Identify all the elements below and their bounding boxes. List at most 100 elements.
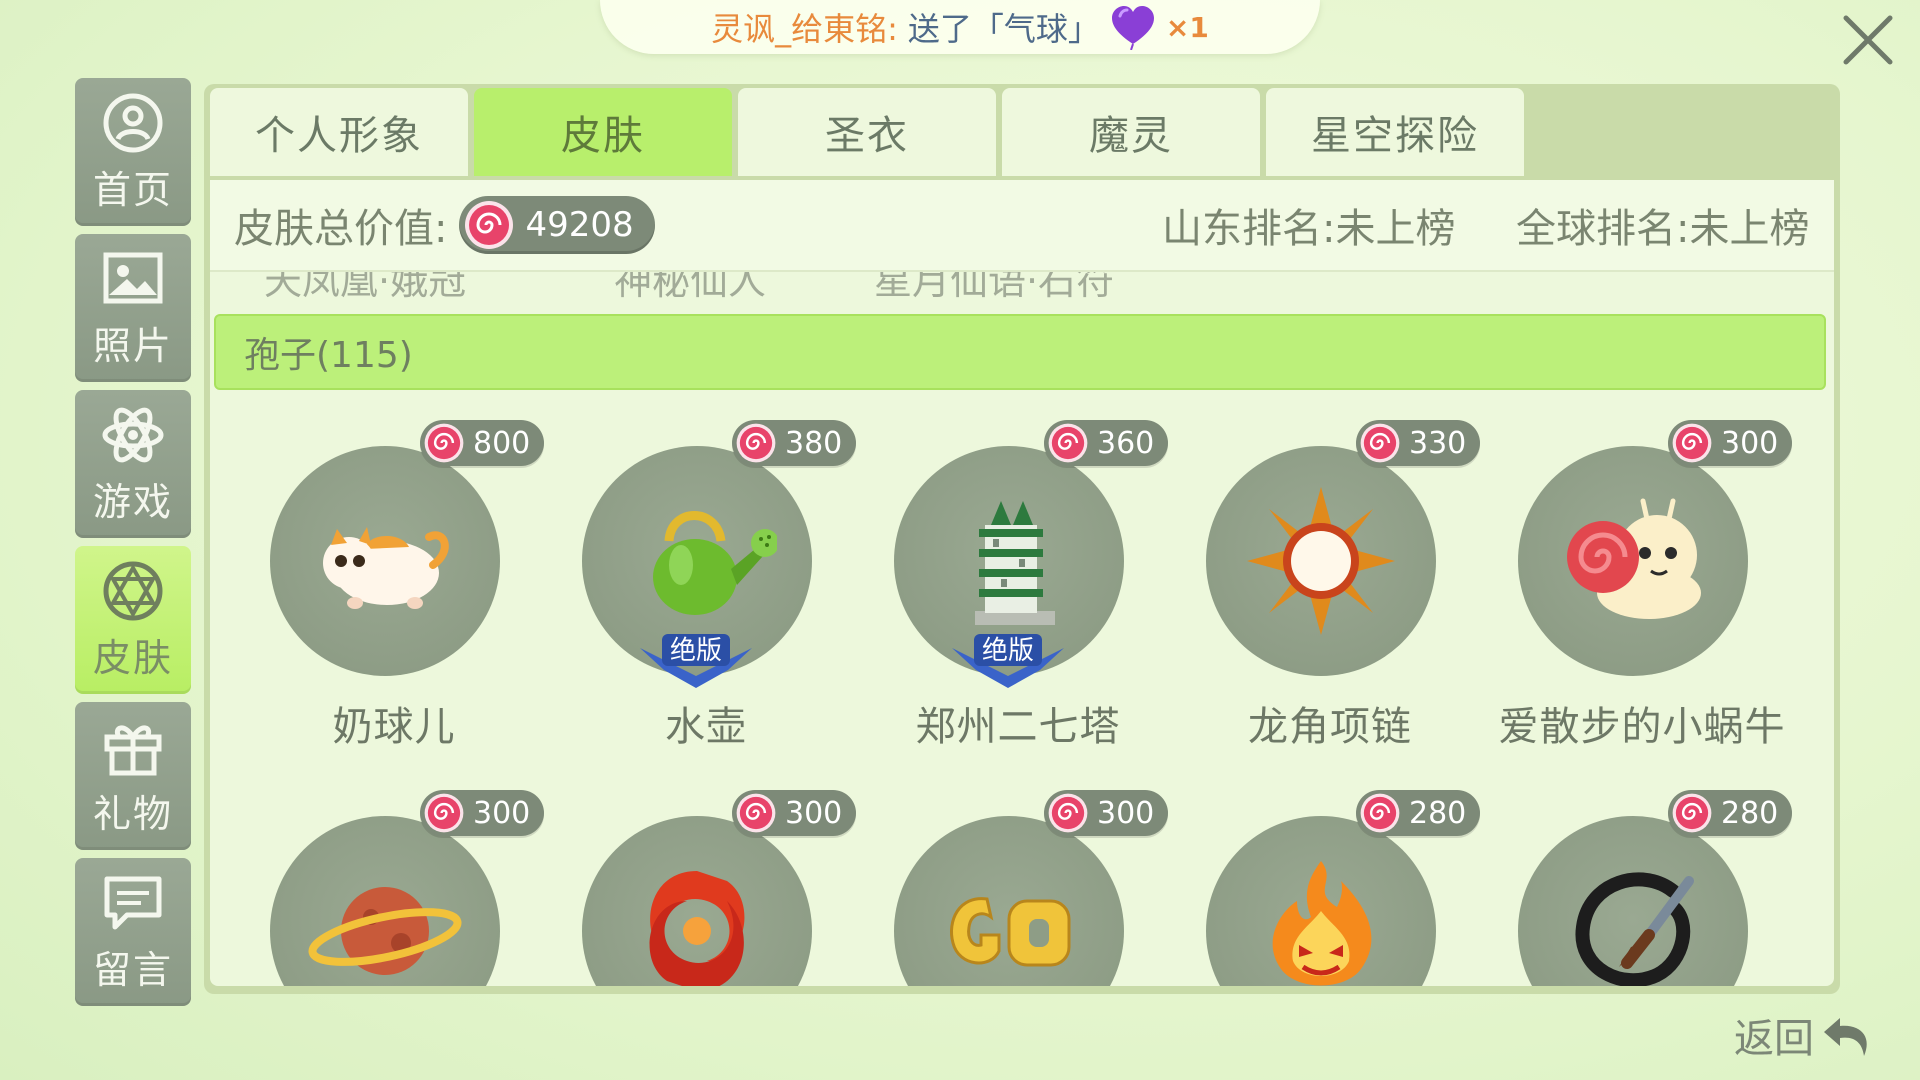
sidebar: 首页 照片 游戏 皮肤 礼物 留言 [75,78,191,1014]
item-name: 郑州二七塔 [915,704,1121,750]
candy-coin-icon [465,201,514,249]
pagoda-icon [975,501,1055,625]
candy-coin-icon [1672,793,1712,833]
balloon-heart-icon [1111,6,1154,50]
item-name: 爱散步的小蜗牛 [1498,704,1786,750]
gift-notification-banner: 灵讽_给東铭: 送了「气球」 ×1 [600,0,1320,54]
scrolled-item-label: 神秘仙人 [614,272,767,303]
skin-item[interactable]: 300 [868,790,1168,986]
tab-star-adventure[interactable]: 星空探险 [1266,88,1524,176]
price-badge: 360 [1044,420,1168,466]
scrolled-row-remnant: 天凤凰·娥冠 神秘仙人 星月仙语·石符 [210,272,1834,312]
price-value: 360 [1097,425,1155,461]
fire-face-icon [1272,861,1372,986]
tab-profile[interactable]: 个人形象 [210,88,468,176]
price-badge: 300 [1668,420,1792,466]
banner-action: 送了「气球」 [907,10,1100,48]
price-value: 280 [1721,795,1779,831]
close-icon[interactable] [1838,10,1898,70]
price-badge: 300 [732,790,856,836]
skin-item[interactable]: 绝版 380 水壶 [556,420,856,750]
candy-coin-icon [1672,423,1712,463]
shandong-rank: 山东排名:未上榜 [1162,206,1456,252]
sidebar-item-skin[interactable]: 皮肤 [75,546,191,694]
tab-bar: 个人形象 皮肤 圣衣 魔灵 星空探险 [210,88,1524,176]
price-badge: 800 [420,420,544,466]
skin-item[interactable]: 800 奶球儿 [244,420,544,750]
skin-item[interactable]: 绝版 360 郑州二七塔 [868,420,1168,750]
global-rank: 全球排名:未上榜 [1516,206,1810,252]
sidebar-item-gifts[interactable]: 礼物 [75,702,191,850]
cat-icon [323,527,449,609]
candy-coin-icon [1360,423,1400,463]
main-panel: 个人形象 皮肤 圣衣 魔灵 星空探险 皮肤总价值: 49208 山东排名:未上榜… [204,84,1840,994]
sidebar-item-label: 礼物 [92,791,173,836]
skin-summary: 皮肤总价值: 49208 山东排名:未上榜 全球排名:未上榜 [210,180,1834,272]
skin-item[interactable]: 280 [1180,790,1480,986]
group-header-spores[interactable]: 孢子(115) [214,314,1826,390]
scrolled-item-label: 天凤凰·娥冠 [264,272,467,303]
back-button[interactable]: 返回 [1734,1006,1874,1064]
total-value-label: 皮肤总价值: [234,206,448,252]
price-badge: 380 [732,420,856,466]
sidebar-item-games[interactable]: 游戏 [75,390,191,538]
skin-item[interactable]: 300 [556,790,856,986]
price-value: 380 [785,425,843,461]
total-value: 49208 [525,205,634,245]
snail-icon [1567,498,1701,619]
item-name: 龙角项链 [1248,704,1412,750]
scrolled-item-label: 星月仙语·石符 [874,272,1115,303]
candy-coin-icon [1048,423,1088,463]
red-swirl-icon [649,871,745,986]
candy-coin-icon [1048,793,1088,833]
sidebar-item-label: 留言 [92,947,173,992]
candy-coin-icon [736,793,776,833]
back-label: 返回 [1734,1016,1814,1062]
price-value: 330 [1409,425,1467,461]
skin-content[interactable]: 皮肤总价值: 49208 山东排名:未上榜 全球排名:未上榜 天凤凰·娥冠 神秘… [210,180,1834,986]
sidebar-item-photos[interactable]: 照片 [75,234,191,382]
planet-icon [308,887,462,975]
price-badge: 280 [1668,790,1792,836]
group-label: 孢子(115) [244,335,413,376]
price-value: 800 [473,425,531,461]
message-icon [104,876,162,929]
price-badge: 300 [420,790,544,836]
price-value: 300 [1097,795,1155,831]
price-value: 300 [1721,425,1779,461]
skin-icon [103,561,163,620]
sidebar-item-messages[interactable]: 留言 [75,858,191,1006]
price-value: 280 [1409,795,1467,831]
banner-count: ×1 [1165,10,1209,44]
price-badge: 300 [1044,790,1168,836]
tab-skin[interactable]: 皮肤 [474,88,732,176]
sidebar-item-label: 游戏 [92,479,173,524]
sidebar-item-label: 皮肤 [92,635,173,680]
sidebar-item-home[interactable]: 首页 [75,78,191,226]
candy-coin-icon [736,423,776,463]
sidebar-item-label: 照片 [92,323,173,368]
total-value-badge: 49208 [459,196,656,254]
price-badge: 280 [1356,790,1480,836]
tab-spirit[interactable]: 魔灵 [1002,88,1260,176]
go-icon [950,897,1071,967]
discontinued-badge-icon: 绝版 [640,634,752,688]
game-icon [102,407,164,462]
skin-item[interactable]: 280 [1492,790,1792,986]
ink-brush-icon [1575,872,1694,986]
sidebar-item-label: 首页 [92,167,173,212]
price-value: 300 [473,795,531,831]
photo-icon [103,252,163,303]
skin-item[interactable]: 300 [244,790,544,986]
discontinued-label: 绝版 [670,636,722,666]
skin-item[interactable]: 330 龙角项链 [1180,420,1480,750]
banner-sender: 灵讽_给東铭: [711,10,898,48]
tab-armor[interactable]: 圣衣 [738,88,996,176]
skin-item[interactable]: 300 爱散步的小蜗牛 [1492,420,1792,750]
candy-coin-icon [424,423,464,463]
discontinued-label: 绝版 [982,636,1034,666]
discontinued-badge-icon: 绝版 [952,634,1064,688]
home-icon [103,93,163,152]
candy-coin-icon [1360,793,1400,833]
back-arrow-icon [1824,1018,1867,1056]
